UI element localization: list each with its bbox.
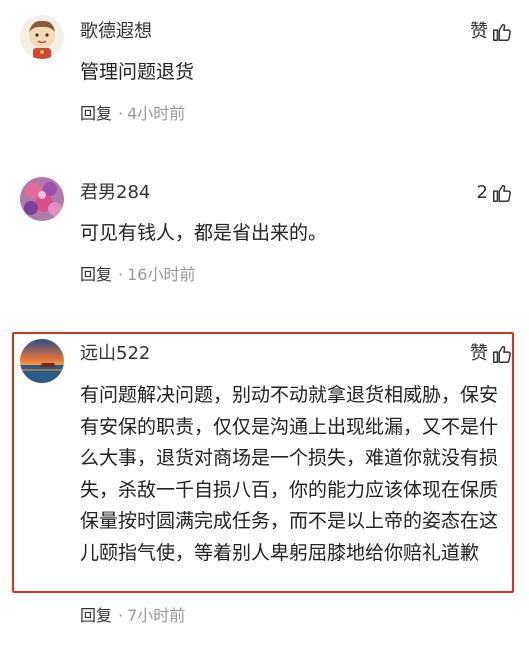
- comment-meta: 回复 · 7小时前: [80, 605, 185, 627]
- username[interactable]: 歌德遐想: [80, 20, 152, 44]
- thumbs-up-icon: [491, 343, 513, 365]
- timestamp: 4小时前: [127, 104, 186, 123]
- timestamp: 7小时前: [127, 606, 186, 625]
- comment-meta: 回复 · 16小时前: [80, 264, 195, 286]
- comment-item: 君男284 2 可见有钱人，都是省出来的。 回复 · 16小时前: [0, 160, 529, 310]
- separator-dot: ·: [118, 265, 124, 284]
- reply-button[interactable]: 回复: [80, 104, 112, 123]
- avatar-cartoon-image: [20, 15, 64, 59]
- like-count: 2: [476, 182, 488, 203]
- comment-text: 管理问题退货: [80, 61, 195, 83]
- separator-dot: ·: [118, 104, 124, 123]
- like-label: 赞: [470, 21, 488, 42]
- like-label: 赞: [470, 343, 488, 364]
- thumbs-up-icon: [491, 182, 513, 204]
- like-button[interactable]: 赞: [470, 342, 513, 366]
- avatar-floral-image: [20, 177, 64, 221]
- comment-text: 可见有钱人，都是省出来的。: [80, 222, 328, 244]
- username[interactable]: 君男284: [80, 181, 150, 205]
- like-button[interactable]: 赞: [470, 20, 513, 44]
- separator-dot: ·: [118, 606, 124, 625]
- comment-item: 歌德遐想 赞 管理问题退货 回复 · 4小时前: [0, 0, 529, 150]
- like-button[interactable]: 2: [477, 181, 513, 205]
- reply-button[interactable]: 回复: [80, 265, 112, 284]
- reply-button[interactable]: 回复: [80, 606, 112, 625]
- comment-text: 有问题解决问题，别动不动就拿退货相威胁，保安有安保的职责，仅仅是沟通上出现纰漏，…: [80, 384, 499, 564]
- avatar[interactable]: [20, 177, 64, 221]
- avatar[interactable]: [20, 339, 64, 383]
- avatar[interactable]: [20, 15, 64, 59]
- timestamp: 16小时前: [127, 265, 196, 284]
- username[interactable]: 远山522: [80, 342, 150, 366]
- comment-item: 远山522 赞 有问题解决问题，别动不动就拿退货相威胁，保安有安保的职责，仅仅是…: [0, 332, 529, 649]
- thumbs-up-icon: [491, 21, 513, 43]
- avatar-sunset-image: [20, 339, 64, 383]
- comment-meta: 回复 · 4小时前: [80, 103, 185, 125]
